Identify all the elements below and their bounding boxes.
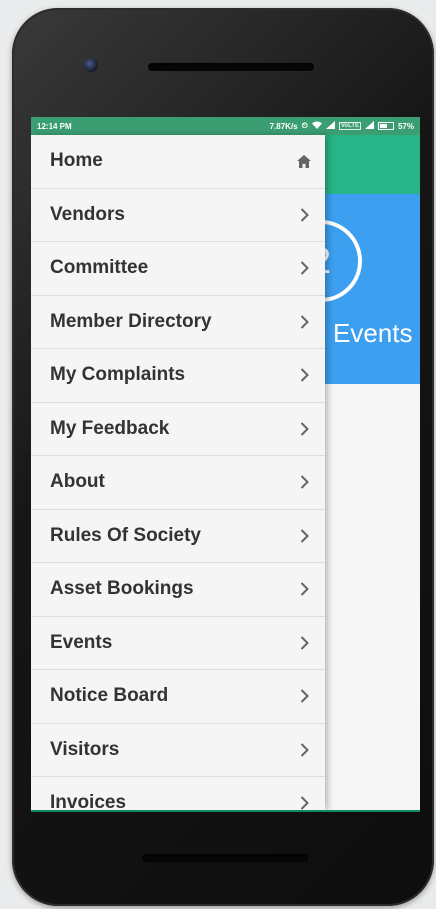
- menu-item-about[interactable]: About: [31, 456, 325, 510]
- chevron-right-icon: [297, 743, 311, 757]
- network-speed: 7.87K/s: [269, 121, 298, 131]
- signal-icon-2: [364, 121, 374, 131]
- menu-item-label: Home: [50, 150, 103, 172]
- menu-item-label: Vendors: [50, 203, 125, 225]
- menu-item-notice-board[interactable]: Notice Board: [31, 670, 325, 724]
- menu-item-label: Asset Bookings: [50, 578, 194, 600]
- events-banner-label: Events: [333, 318, 413, 348]
- menu-item-asset-bookings[interactable]: Asset Bookings: [31, 563, 325, 617]
- menu-item-label: Rules Of Society: [50, 524, 201, 546]
- screen-bottom-edge: [31, 810, 420, 812]
- chevron-right-icon: [297, 582, 311, 596]
- menu-item-label: Invoices: [50, 792, 127, 810]
- menu-item-visitors[interactable]: Visitors: [31, 724, 325, 777]
- wifi-icon: [311, 121, 322, 131]
- chevron-right-icon: [297, 368, 311, 382]
- menu-item-label: Events: [50, 631, 113, 653]
- menu-item-committee[interactable]: Committee: [31, 242, 325, 296]
- chevron-right-icon: [297, 261, 311, 275]
- menu-item-my-complaints[interactable]: My Complaints: [31, 349, 325, 403]
- earpiece-speaker: [148, 63, 314, 71]
- status-icons: 7.87K/s ⏲ VoLTE 57%: [270, 121, 414, 131]
- menu-item-label: Visitors: [50, 738, 120, 760]
- signal-icon: [325, 121, 335, 131]
- chevron-right-icon: [297, 208, 311, 222]
- menu-item-label: Member Directory: [50, 310, 212, 332]
- menu-item-label: Committee: [50, 257, 149, 279]
- battery-level: 57%: [397, 121, 414, 131]
- chevron-right-icon: [297, 529, 311, 543]
- phone-screen: 12:14 PM 7.87K/s ⏲ VoLTE 57% 2 Events: [31, 117, 420, 810]
- menu-item-label: My Complaints: [50, 364, 186, 386]
- home-icon: [297, 154, 311, 168]
- menu-item-member-directory[interactable]: Member Directory: [31, 296, 325, 349]
- battery-icon: [377, 122, 394, 130]
- menu-item-label: Notice Board: [50, 685, 169, 707]
- chevron-right-icon: [297, 475, 311, 489]
- status-time: 12:14 PM: [37, 121, 72, 131]
- volte-badge: VoLTE: [338, 122, 361, 130]
- chevron-right-icon: [297, 315, 311, 329]
- menu-item-invoices[interactable]: Invoices: [31, 777, 325, 810]
- chevron-right-icon: [297, 796, 311, 810]
- chevron-right-icon: [297, 422, 311, 436]
- menu-item-my-feedback[interactable]: My Feedback: [31, 403, 325, 456]
- menu-item-vendors[interactable]: Vendors: [31, 189, 325, 242]
- chevron-right-icon: [297, 636, 311, 650]
- menu-item-events[interactable]: Events: [31, 617, 325, 670]
- navigation-drawer: Home Vendors Committee Member Directory …: [31, 135, 325, 810]
- bottom-speaker: [142, 854, 308, 862]
- front-camera: [84, 58, 98, 72]
- menu-item-label: My Feedback: [50, 417, 170, 439]
- menu-item-home[interactable]: Home: [31, 135, 325, 189]
- chevron-right-icon: [297, 689, 311, 703]
- alarm-icon: ⏲: [301, 121, 308, 130]
- menu-item-label: About: [50, 471, 105, 493]
- menu-item-rules-of-society[interactable]: Rules Of Society: [31, 510, 325, 563]
- status-bar: 12:14 PM 7.87K/s ⏲ VoLTE 57%: [31, 117, 420, 135]
